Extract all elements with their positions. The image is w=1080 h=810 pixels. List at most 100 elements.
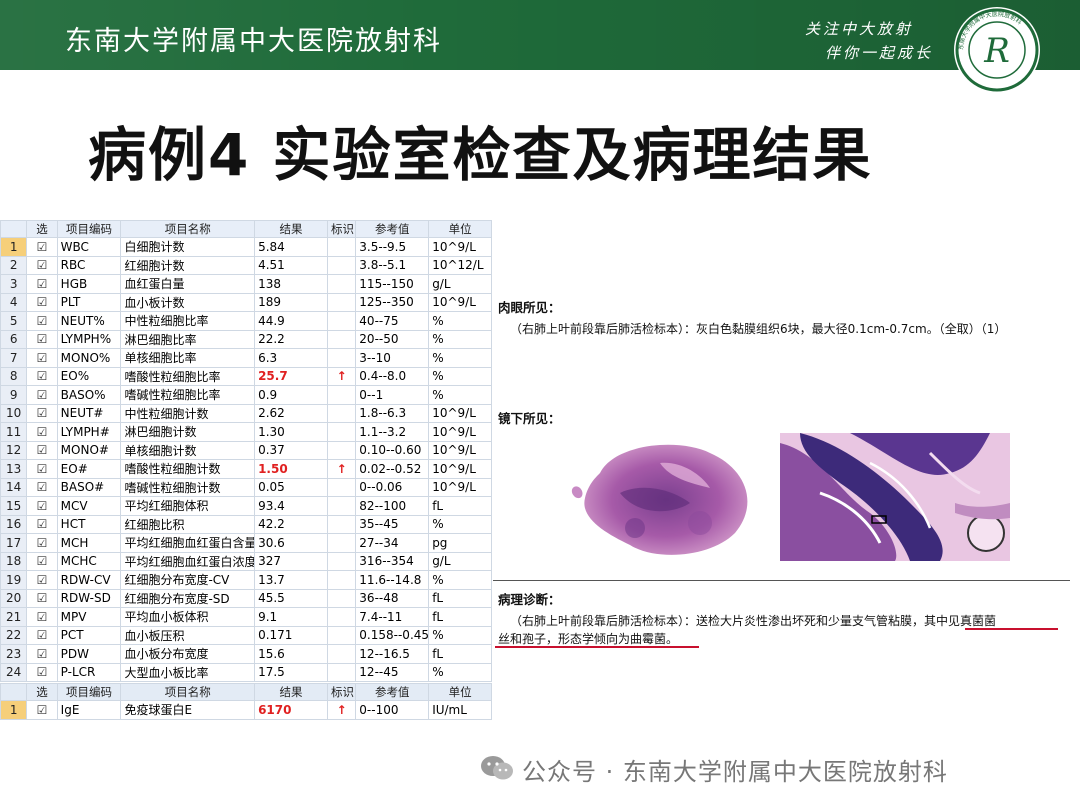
abnormal-flag: [326, 237, 357, 257]
row-number: 1: [0, 237, 28, 257]
ige-column-header[interactable]: 选: [26, 683, 58, 701]
abnormal-flag: [326, 625, 357, 645]
table-row[interactable]: 7 ☑ MONO% 单核细胞比率 6.3 3--10%: [0, 348, 492, 368]
select-checkbox[interactable]: ☑: [26, 588, 58, 608]
diagnosis-label: 病理诊断：: [498, 592, 561, 607]
select-checkbox[interactable]: ☑: [26, 459, 58, 479]
row-number: 24: [0, 662, 28, 682]
select-checkbox[interactable]: ☑: [26, 551, 58, 571]
table-row[interactable]: 13 ☑ EO# 嗜酸性粒细胞计数 1.50 ↑ 0.02--0.52 10^9/L: [0, 459, 492, 479]
table-row[interactable]: 1 ☑ IgE 免疫球蛋白E 6170 ↑ 0--100 IU/mL: [0, 700, 492, 720]
ige-column-header[interactable]: 参考值: [355, 683, 430, 701]
select-checkbox[interactable]: ☑: [26, 625, 58, 645]
result-value: 138: [254, 274, 328, 294]
select-checkbox[interactable]: ☑: [26, 570, 58, 590]
item-code: LYMPH%: [56, 329, 122, 349]
select-checkbox[interactable]: ☑: [26, 514, 58, 534]
item-code: MCHC: [56, 551, 122, 571]
unit: g/L: [428, 274, 492, 294]
select-checkbox[interactable]: ☑: [26, 292, 58, 312]
table-row[interactable]: 18 ☑ MCHC 平均红细胞血红蛋白浓度 327 316--354 g/L: [0, 551, 492, 571]
ige-column-header[interactable]: 项目名称: [120, 683, 256, 701]
result-value: 22.2: [254, 329, 328, 349]
lab-column-header[interactable]: 项目编码: [56, 220, 122, 238]
table-row[interactable]: 24 ☑ P-LCR 大型血小板比率 17.5 12--45%: [0, 662, 492, 682]
lab-column-header[interactable]: 标识: [326, 220, 357, 238]
unit: 10^9/L: [428, 422, 492, 442]
table-row[interactable]: 23 ☑ PDW 血小板分布宽度 15.6 12--16.5 fL: [0, 644, 492, 664]
reference-range: 3.8--5.1: [355, 255, 430, 275]
table-row[interactable]: 6 ☑ LYMPH% 淋巴细胞比率 22.2 20--50%: [0, 329, 492, 349]
table-row[interactable]: 21 ☑ MPV 平均血小板体积 9.1 7.4--11 fL: [0, 607, 492, 627]
table-row[interactable]: 3 ☑ HGB 血红蛋白量 138 115--150 g/L: [0, 274, 492, 294]
table-row[interactable]: 15 ☑ MCV 平均红细胞体积 93.4 82--100 fL: [0, 496, 492, 516]
result-value: 2.62: [254, 403, 328, 423]
reference-range: 7.4--11: [355, 607, 430, 627]
table-row[interactable]: 5 ☑ NEUT% 中性粒细胞比率 44.9 40--75%: [0, 311, 492, 331]
select-checkbox[interactable]: ☑: [26, 422, 58, 442]
select-checkbox[interactable]: ☑: [26, 607, 58, 627]
reference-range: 0.02--0.52: [355, 459, 430, 479]
table-row[interactable]: 12 ☑ MONO# 单核细胞计数 0.37 0.10--0.60 10^9/L: [0, 440, 492, 460]
select-checkbox[interactable]: ☑: [26, 403, 58, 423]
select-checkbox[interactable]: ☑: [26, 644, 58, 664]
row-number: 20: [0, 588, 28, 608]
select-checkbox[interactable]: ☑: [26, 477, 58, 497]
result-value: 42.2: [254, 514, 328, 534]
table-row[interactable]: 20 ☑ RDW-SD 红细胞分布宽度-SD 45.5 36--48 fL: [0, 588, 492, 608]
item-name: 平均血小板体积: [120, 607, 256, 627]
table-row[interactable]: 14 ☑ BASO# 嗜碱性粒细胞计数 0.05 0--0.06 10^9/L: [0, 477, 492, 497]
table-row[interactable]: 2 ☑ RBC 红细胞计数 4.51 3.8--5.1 10^12/L: [0, 255, 492, 275]
lab-column-header[interactable]: 选: [26, 220, 58, 238]
result-value: 4.51: [254, 255, 328, 275]
table-row[interactable]: 22☑PCT血小板压积0.171 0.158--0.452%: [0, 625, 492, 645]
abnormal-flag: [326, 329, 357, 349]
ige-column-header[interactable]: 项目编码: [56, 683, 122, 701]
table-row[interactable]: 9 ☑ BASO% 嗜碱性粒细胞比率 0.9 0--1%: [0, 385, 492, 405]
item-name: 中性粒细胞计数: [120, 403, 256, 423]
table-row[interactable]: 8 ☑ EO% 嗜酸性粒细胞比率 25.7 ↑ 0.4--8.0%: [0, 366, 492, 386]
lab-column-header[interactable]: 参考值: [355, 220, 430, 238]
abnormal-flag: [326, 644, 357, 664]
wechat-icon: [481, 756, 513, 780]
table-row[interactable]: 10 ☑ NEUT# 中性粒细胞计数 2.62 1.8--6.3 10^9/L: [0, 403, 492, 423]
select-checkbox[interactable]: ☑: [26, 329, 58, 349]
table-row[interactable]: 1 ☑ WBC 白细胞计数 5.84 3.5--9.5 10^9/L: [0, 237, 492, 257]
select-checkbox[interactable]: ☑: [26, 311, 58, 331]
ige-column-header[interactable]: 单位: [428, 683, 492, 701]
table-row[interactable]: 16 ☑ HCT 红细胞比积 42.2 35--45%: [0, 514, 492, 534]
lab-column-header[interactable]: 项目名称: [120, 220, 256, 238]
item-name: 嗜碱性粒细胞计数: [120, 477, 256, 497]
reference-range: 0--1: [355, 385, 430, 405]
select-checkbox[interactable]: ☑: [26, 274, 58, 294]
ige-column-header[interactable]: 标识: [326, 683, 357, 701]
select-checkbox[interactable]: ☑: [26, 255, 58, 275]
select-checkbox[interactable]: ☑: [26, 662, 58, 682]
item-code: MCV: [56, 496, 122, 516]
lab-column-header[interactable]: 单位: [428, 220, 492, 238]
item-code: IgE: [56, 700, 122, 720]
select-checkbox[interactable]: ☑: [26, 348, 58, 368]
abnormal-flag: [326, 274, 357, 294]
select-checkbox[interactable]: ☑: [26, 440, 58, 460]
unit: %: [428, 366, 492, 386]
table-row[interactable]: 11 ☑ LYMPH# 淋巴细胞计数 1.30 1.1--3.2 10^9/L: [0, 422, 492, 442]
select-checkbox[interactable]: ☑: [26, 237, 58, 257]
abnormal-flag: ↑: [326, 366, 357, 386]
micrograph-right: [780, 433, 1010, 561]
table-row[interactable]: 19 ☑ RDW-CV 红细胞分布宽度-CV 13.7 11.6--14.8%: [0, 570, 492, 590]
table-row[interactable]: 17 ☑ MCH 平均红细胞血红蛋白含量 30.6 27--34 pg: [0, 533, 492, 553]
result-value: 30.6: [254, 533, 328, 553]
select-checkbox[interactable]: ☑: [26, 366, 58, 386]
select-checkbox[interactable]: ☑: [26, 700, 58, 720]
lab-column-header[interactable]: 结果: [254, 220, 328, 238]
select-checkbox[interactable]: ☑: [26, 496, 58, 516]
unit: IU/mL: [428, 700, 492, 720]
select-checkbox[interactable]: ☑: [26, 385, 58, 405]
table-row[interactable]: 4 ☑ PLT 血小板计数 189 125--350 10^9/L: [0, 292, 492, 312]
item-name: 免疫球蛋白E: [120, 700, 256, 720]
ige-column-header[interactable]: 结果: [254, 683, 328, 701]
select-checkbox[interactable]: ☑: [26, 533, 58, 553]
row-number: 21: [0, 607, 28, 627]
micro-label: 镜下所见：: [498, 411, 561, 426]
